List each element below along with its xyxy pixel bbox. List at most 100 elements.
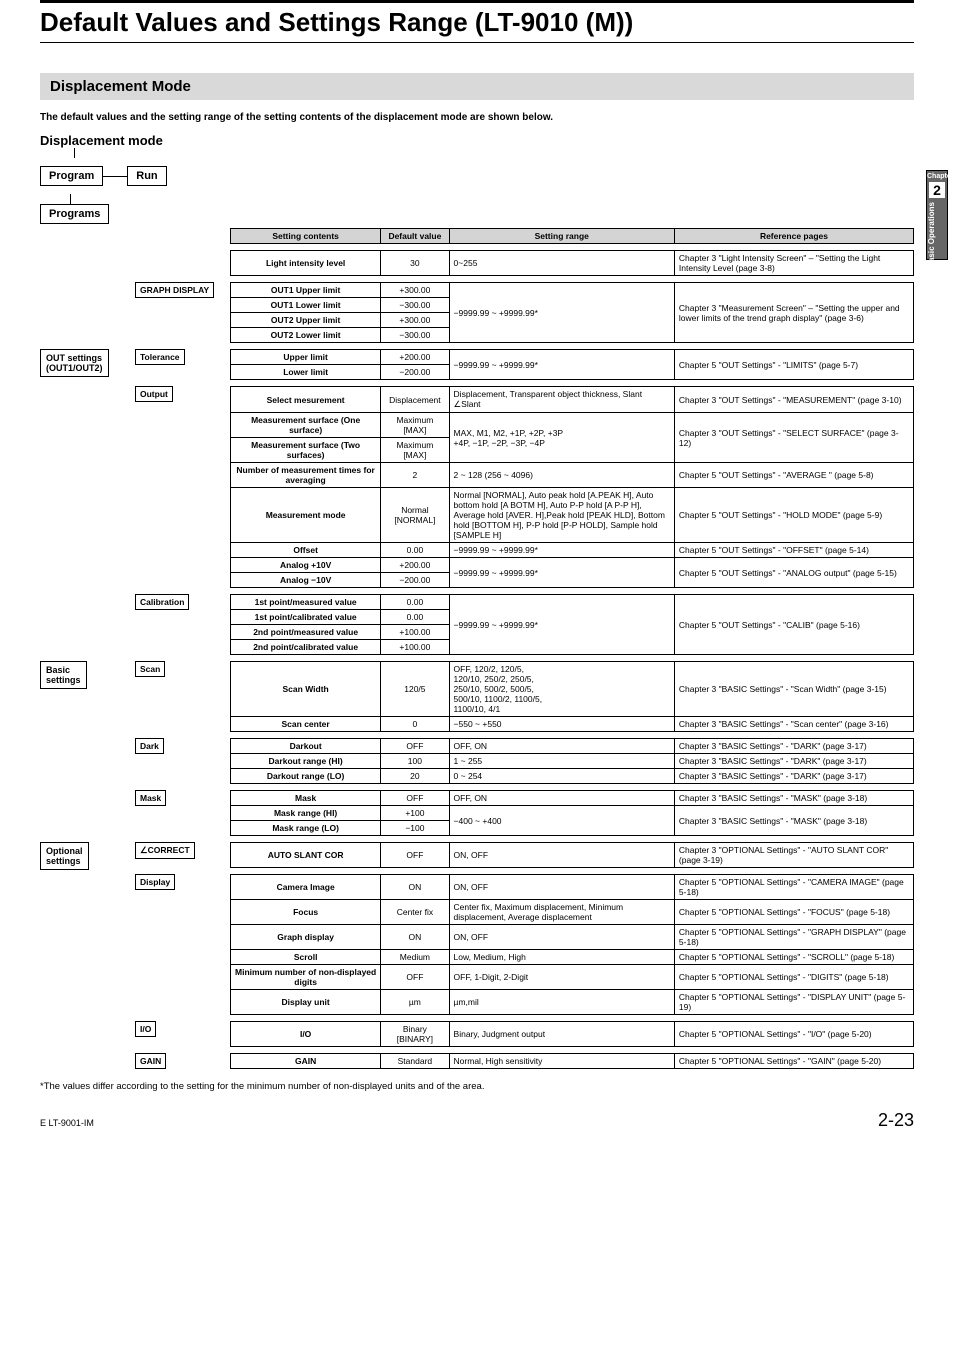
cell-contents: Mask — [231, 791, 381, 806]
program-node: Program — [40, 166, 103, 186]
cell-default: +100.00 — [381, 640, 449, 655]
table-row: Mask range (HI)+100−400 ~ +400Chapter 3 … — [231, 806, 914, 821]
group-row: OUT settings (OUT1/OUT2) Tolerance Upper l… — [40, 349, 914, 380]
cell-default: OFF — [381, 791, 449, 806]
table-row: Upper limit+200.00−9999.99 ~ +9999.99*Ch… — [231, 350, 914, 365]
cell-contents: Upper limit — [231, 350, 381, 365]
group-row: DarkDarkoutOFFOFF, ONChapter 3 "BASIC Se… — [40, 738, 914, 784]
cell-default: Displacement — [381, 387, 449, 413]
group-row: Calibration1st point/measured value0.00−… — [40, 594, 914, 655]
settings-table: AUTO SLANT COROFFON, OFFChapter 3 "OPTIO… — [230, 842, 914, 868]
cell-range: OFF, 120/2, 120/5, 120/10, 250/2, 250/5,… — [449, 662, 674, 717]
header-contents: Setting contents — [231, 229, 381, 244]
level2-node: I/O — [135, 1021, 156, 1037]
cell-reference: Chapter 5 "OPTIONAL Settings" - "DISPLAY… — [674, 990, 913, 1015]
cell-reference: Chapter 5 "OPTIONAL Settings" - "CAMERA … — [674, 875, 913, 900]
cell-default: OFF — [381, 965, 449, 990]
chapter-text: Basic Operations — [927, 202, 936, 268]
table-row: Scan center0−550 ~ +550Chapter 3 "BASIC … — [231, 717, 914, 732]
cell-contents: Scan center — [231, 717, 381, 732]
cell-reference: Chapter 5 "OUT Settings" - "OFFSET" (pag… — [674, 543, 913, 558]
cell-default: OFF — [381, 843, 449, 868]
cell-contents: 2nd point/measured value — [231, 625, 381, 640]
level2-node: GAIN — [135, 1053, 166, 1069]
table-row: MaskOFFOFF, ONChapter 3 "BASIC Settings"… — [231, 791, 914, 806]
run-node: Run — [127, 166, 166, 186]
settings-table: OUT1 Upper limit+300.00−9999.99 ~ +9999.… — [230, 282, 914, 343]
page-number: 2-23 — [878, 1110, 914, 1131]
chapter-tab: Chapter 2 Basic Operations — [926, 170, 948, 260]
cell-default: Maximum [MAX] — [381, 438, 449, 463]
table-row: Measurement surface (One surface)Maximum… — [231, 413, 914, 438]
cell-contents: Mask range (HI) — [231, 806, 381, 821]
cell-contents: Camera Image — [231, 875, 381, 900]
cell-range: −9999.99 ~ +9999.99* — [449, 595, 674, 655]
top-rule — [40, 0, 914, 3]
cell-default: Center fix — [381, 900, 449, 925]
cell-reference: Chapter 3 "BASIC Settings" - "DARK" (pag… — [674, 769, 913, 784]
cell-contents: Darkout range (LO) — [231, 769, 381, 784]
group-row: I/OI/OBinary [BINARY]Binary, Judgment ou… — [40, 1021, 914, 1047]
cell-range: Binary, Judgment output — [449, 1022, 674, 1047]
cell-reference: Chapter 3 "BASIC Settings" - "Scan Width… — [674, 662, 913, 717]
cell-default: Standard — [381, 1054, 449, 1069]
table-row: Select mesurementDisplacementDisplacemen… — [231, 387, 914, 413]
cell-contents: Graph display — [231, 925, 381, 950]
table-row: DarkoutOFFOFF, ONChapter 3 "BASIC Settin… — [231, 739, 914, 754]
settings-table: MaskOFFOFF, ONChapter 3 "BASIC Settings"… — [230, 790, 914, 836]
settings-table: DarkoutOFFOFF, ONChapter 3 "BASIC Settin… — [230, 738, 914, 784]
settings-table: Scan Width120/5OFF, 120/2, 120/5, 120/10… — [230, 661, 914, 732]
cell-range: OFF, 1-Digit, 2-Digit — [449, 965, 674, 990]
title-underline — [40, 42, 914, 43]
table-row: Scan Width120/5OFF, 120/2, 120/5, 120/10… — [231, 662, 914, 717]
cell-reference: Chapter 5 "OPTIONAL Settings" - "GRAPH D… — [674, 925, 913, 950]
level2-node: Tolerance — [135, 349, 185, 365]
tree-root: Program Run Programs Setting contents De… — [40, 148, 914, 1073]
cell-default: Medium — [381, 950, 449, 965]
level2-node: Output — [135, 386, 173, 402]
cell-reference: Chapter 3 "OPTIONAL Settings" - "AUTO SL… — [674, 843, 913, 868]
cell-default: ON — [381, 925, 449, 950]
cell-range: ON, OFF — [449, 925, 674, 950]
cell-range: Normal [NORMAL], Auto peak hold [A.PEAK … — [449, 488, 674, 543]
cell-range: µm,mil — [449, 990, 674, 1015]
cell-default: Normal [NORMAL] — [381, 488, 449, 543]
cell-reference: Chapter 5 "OPTIONAL Settings" - "FOCUS" … — [674, 900, 913, 925]
table-row: FocusCenter fixCenter fix, Maximum displ… — [231, 900, 914, 925]
header-table: Setting contents Default value Setting r… — [230, 228, 914, 244]
cell-default: −300.00 — [381, 328, 449, 343]
cell-contents: Darkout range (HI) — [231, 754, 381, 769]
cell-contents: Offset — [231, 543, 381, 558]
cell-default: 30 — [381, 251, 449, 276]
level1-node: Optional settings — [40, 842, 89, 870]
cell-contents: Focus — [231, 900, 381, 925]
cell-range: −550 ~ +550 — [449, 717, 674, 732]
cell-contents: I/O — [231, 1022, 381, 1047]
footnote: *The values differ according to the sett… — [40, 1081, 914, 1092]
cell-range: −9999.99 ~ +9999.99* — [449, 283, 674, 343]
cell-default: −200.00 — [381, 365, 449, 380]
group-row: Light intensity level300~255Chapter 3 "L… — [40, 250, 914, 276]
cell-default: 2 — [381, 463, 449, 488]
cell-reference: Chapter 5 "OPTIONAL Settings" - "DIGITS"… — [674, 965, 913, 990]
cell-range: Low, Medium, High — [449, 950, 674, 965]
cell-reference: Chapter 3 "BASIC Settings" - "DARK" (pag… — [674, 754, 913, 769]
group-row: GAIN GAINStandardNormal, High sensitivity… — [40, 1053, 914, 1073]
cell-default: Binary [BINARY] — [381, 1022, 449, 1047]
cell-contents: Analog +10V — [231, 558, 381, 573]
cell-contents: OUT1 Lower limit — [231, 298, 381, 313]
cell-contents: Measurement surface (One surface) — [231, 413, 381, 438]
level2-node: Mask — [135, 790, 166, 806]
cell-contents: OUT1 Upper limit — [231, 283, 381, 298]
cell-range: Normal, High sensitivity — [449, 1054, 674, 1069]
group-row: DisplayCamera ImageONON, OFFChapter 5 "O… — [40, 874, 914, 1015]
cell-reference: Chapter 3 "BASIC Settings" - "MASK" (pag… — [674, 791, 913, 806]
level1-node: OUT settings (OUT1/OUT2) — [40, 349, 109, 377]
table-row: GAINStandardNormal, High sensitivityChap… — [231, 1054, 914, 1069]
level2-node: Display — [135, 874, 175, 890]
cell-contents: Minimum number of non-displayed digits — [231, 965, 381, 990]
cell-default: 100 — [381, 754, 449, 769]
mode-title: Displacement mode — [40, 133, 914, 148]
cell-range: ON, OFF — [449, 843, 674, 868]
cell-contents: Mask range (LO) — [231, 821, 381, 836]
